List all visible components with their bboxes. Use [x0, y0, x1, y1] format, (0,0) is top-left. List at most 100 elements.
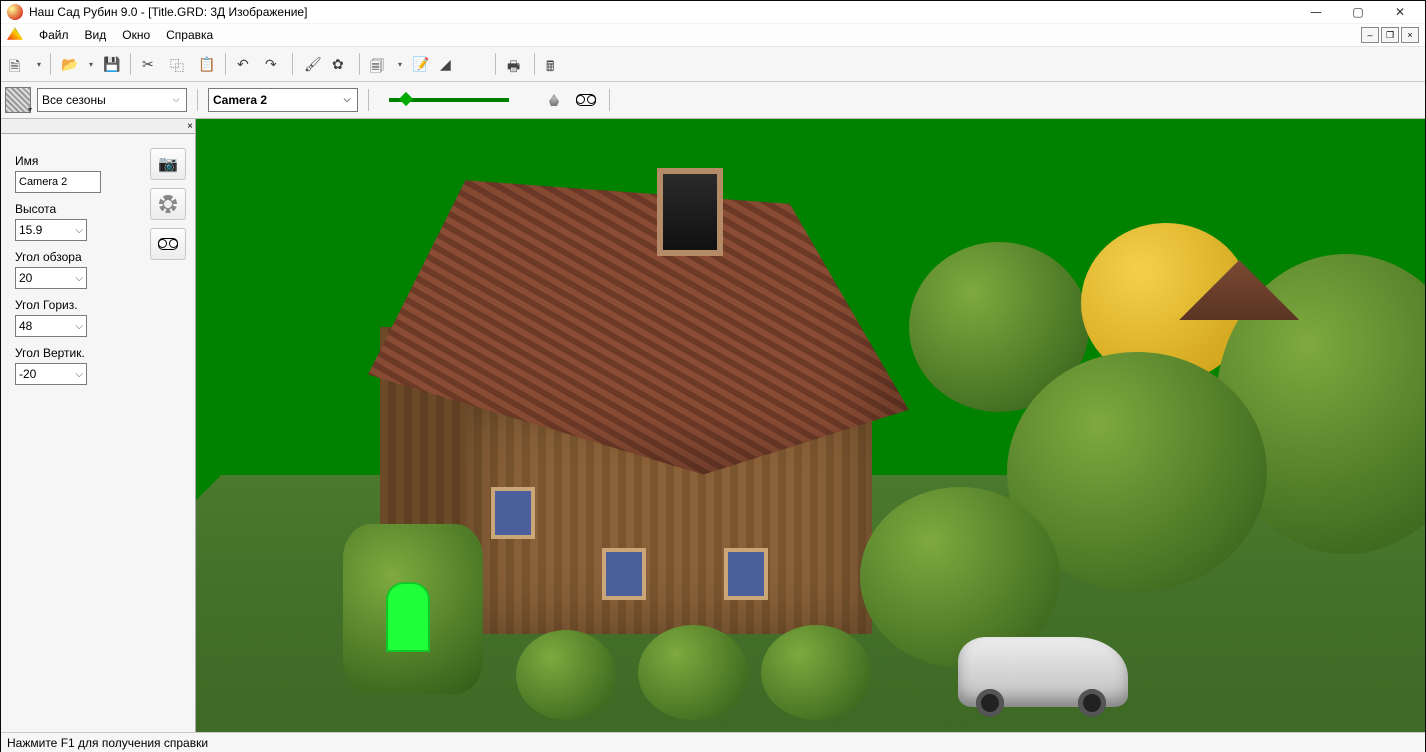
- cut-icon: ✂: [142, 56, 158, 72]
- close-button[interactable]: ✕: [1381, 2, 1419, 22]
- redo-button[interactable]: ↷: [260, 51, 286, 77]
- undo-button[interactable]: ↶: [232, 51, 258, 77]
- texture-dropdown-button[interactable]: [5, 87, 31, 113]
- 3d-viewport[interactable]: [196, 119, 1425, 732]
- chevron-down-icon: ⌵: [339, 90, 355, 108]
- calculator-button[interactable]: 🖩: [541, 51, 567, 77]
- new-button[interactable]: 🗎: [5, 51, 44, 77]
- shade-icon: ◢: [440, 56, 456, 72]
- season-slider[interactable]: [389, 98, 509, 102]
- vangle-input[interactable]: -20: [15, 363, 87, 385]
- toolbar-separator: [359, 53, 360, 75]
- panel-close-button[interactable]: ×: [1, 119, 195, 134]
- mdi-window-buttons: – ❐ ×: [1361, 27, 1419, 43]
- season-select-value: Все сезоны: [42, 93, 106, 107]
- name-label: Имя: [15, 154, 139, 168]
- fov-value: 20: [19, 271, 32, 285]
- save-button[interactable]: 💾: [98, 51, 124, 77]
- body-area: × Имя Высота 15.9 Угол обзора 20 Угол Го…: [1, 119, 1425, 732]
- glasses-button[interactable]: [573, 87, 599, 113]
- chevron-down-icon: ⌵: [168, 90, 184, 108]
- app-icon: [7, 4, 23, 20]
- height-value: 15.9: [19, 223, 42, 237]
- menu-app-icon: [7, 27, 23, 43]
- vangle-label: Угол Вертик.: [15, 346, 139, 360]
- print-icon: 🖶: [507, 56, 523, 72]
- glasses-icon: [158, 238, 178, 250]
- minimize-button[interactable]: —: [1297, 2, 1335, 22]
- hangle-input[interactable]: 48: [15, 315, 87, 337]
- save-icon: 💾: [103, 56, 119, 72]
- toolbar-separator: [197, 89, 198, 111]
- menu-file[interactable]: Файл: [31, 26, 77, 44]
- mdi-close-button[interactable]: ×: [1401, 27, 1419, 43]
- brush-button[interactable]: 🖌: [299, 51, 325, 77]
- titlebar: Наш Сад Рубин 9.0 - [Title.GRD: 3Д Изобр…: [1, 1, 1425, 24]
- bush: [761, 625, 871, 720]
- window-buttons: — ▢ ✕: [1297, 2, 1419, 22]
- menu-window[interactable]: Окно: [114, 26, 158, 44]
- toolbar-separator: [368, 89, 369, 111]
- water-drop-icon: [549, 94, 559, 106]
- shade-button[interactable]: ◢: [435, 51, 461, 77]
- view-toolbar: Все сезоны ⌵ Camera 2 ⌵: [1, 82, 1425, 119]
- camera-tool-button[interactable]: 📷: [150, 148, 186, 180]
- vangle-value: -20: [19, 367, 36, 381]
- mdi-restore-button[interactable]: ❐: [1381, 27, 1399, 43]
- fov-input[interactable]: 20: [15, 267, 87, 289]
- open-folder-icon: 📂: [61, 56, 77, 72]
- redo-icon: ↷: [265, 56, 281, 72]
- edit-icon: 📝: [412, 56, 428, 72]
- hangle-label: Угол Гориз.: [15, 298, 139, 312]
- settings-tool-button[interactable]: [150, 188, 186, 220]
- fov-label: Угол обзора: [15, 250, 139, 264]
- height-input[interactable]: 15.9: [15, 219, 87, 241]
- print-button[interactable]: 🖶: [502, 51, 528, 77]
- toolbar-separator: [50, 53, 51, 75]
- drop-icon: [468, 56, 484, 72]
- slider-thumb[interactable]: [399, 92, 413, 106]
- clipboard-button[interactable]: 🗐: [366, 51, 405, 77]
- cut-button[interactable]: ✂: [137, 51, 163, 77]
- car: [958, 637, 1128, 707]
- side-tool-buttons: 📷: [147, 140, 189, 393]
- maximize-button[interactable]: ▢: [1339, 2, 1377, 22]
- window-title: Наш Сад Рубин 9.0 - [Title.GRD: 3Д Изобр…: [29, 5, 1297, 19]
- camera-select[interactable]: Camera 2 ⌵: [208, 88, 358, 112]
- flower-button[interactable]: ✿: [327, 51, 353, 77]
- toolbar-separator: [292, 53, 293, 75]
- view-tool-button[interactable]: [150, 228, 186, 260]
- water-tool-button[interactable]: [541, 87, 567, 113]
- paste-button[interactable]: 📋: [193, 51, 219, 77]
- camera-icon: 📷: [158, 154, 178, 174]
- toolbar-separator: [609, 89, 610, 111]
- house-window: [491, 487, 535, 539]
- chimney: [663, 174, 717, 250]
- paste-icon: 📋: [198, 56, 214, 72]
- bush: [638, 625, 748, 720]
- new-document-icon: 🗎: [9, 56, 25, 72]
- name-input[interactable]: [15, 171, 101, 193]
- menubar: Файл Вид Окно Справка – ❐ ×: [1, 24, 1425, 47]
- garden-gate: [386, 582, 430, 652]
- toolbar-separator: [534, 53, 535, 75]
- menu-help[interactable]: Справка: [158, 26, 221, 44]
- height-label: Высота: [15, 202, 139, 216]
- toolbar-separator: [130, 53, 131, 75]
- flower-icon: ✿: [332, 56, 348, 72]
- open-button[interactable]: 📂: [57, 51, 96, 77]
- copy-button[interactable]: ⿻: [165, 51, 191, 77]
- brush-icon: 🖌: [304, 56, 320, 72]
- gear-icon: [159, 195, 177, 213]
- drop-button[interactable]: [463, 51, 489, 77]
- clipboard-icon: 🗐: [370, 56, 386, 72]
- calculator-icon: 🖩: [546, 56, 562, 72]
- edit-button[interactable]: 📝: [407, 51, 433, 77]
- camera-properties: Имя Высота 15.9 Угол обзора 20 Угол Гори…: [7, 140, 147, 393]
- season-select[interactable]: Все сезоны ⌵: [37, 88, 187, 112]
- toolbar-separator: [495, 53, 496, 75]
- menu-view[interactable]: Вид: [77, 26, 115, 44]
- mdi-minimize-button[interactable]: –: [1361, 27, 1379, 43]
- status-text: Нажмите F1 для получения справки: [7, 736, 208, 750]
- side-panel: × Имя Высота 15.9 Угол обзора 20 Угол Го…: [1, 119, 196, 732]
